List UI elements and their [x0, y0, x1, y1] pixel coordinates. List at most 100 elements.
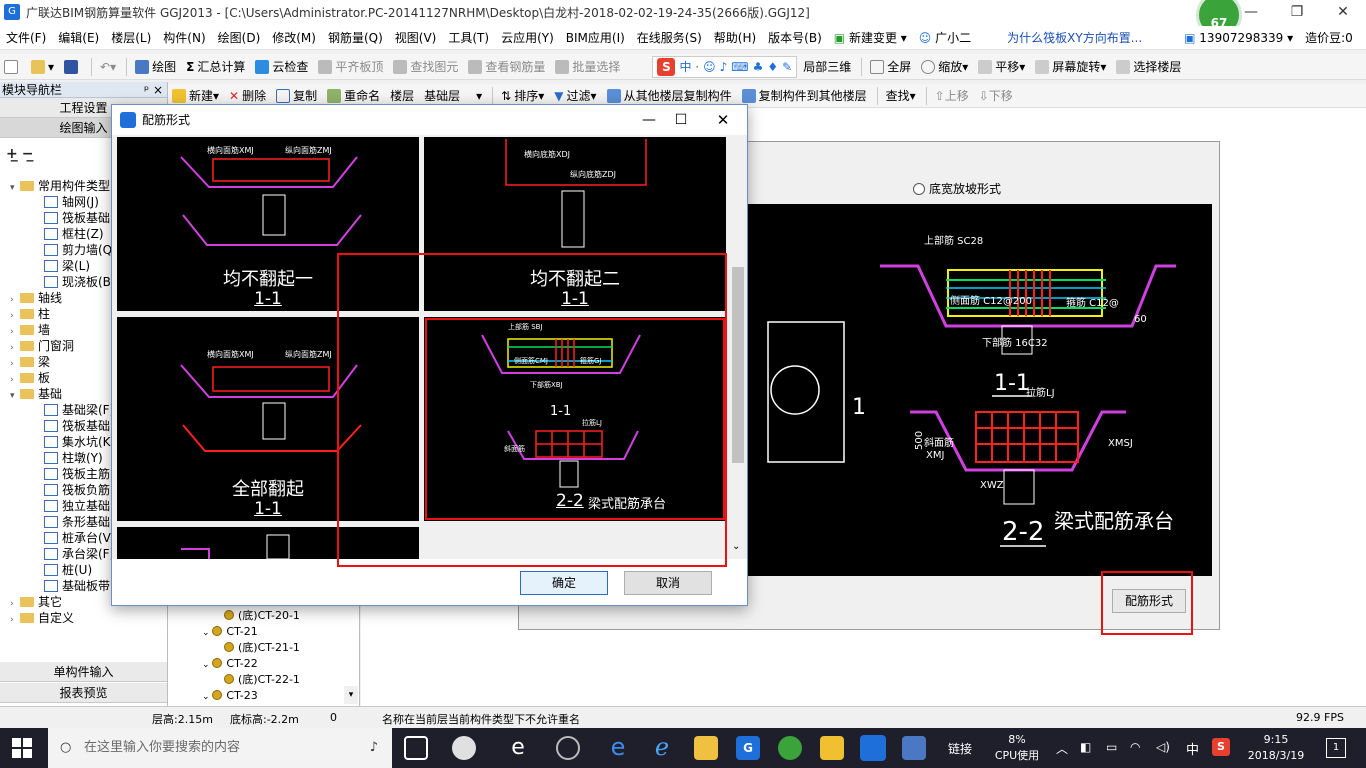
tree-item[interactable]: 梁(L) [44, 258, 90, 274]
taskbar-search-box[interactable]: ○ 在这里输入你要搜索的内容 ♪ [48, 728, 392, 768]
view-rebar-button[interactable]: 查看钢筋量 [464, 56, 549, 78]
sum-calc-button[interactable]: Σ 汇总计算 [182, 56, 249, 78]
tree-item[interactable]: 框柱(Z) [44, 226, 104, 242]
dialog-minimize-button[interactable]: — [634, 105, 664, 135]
scroll-down-icon[interactable]: ⌄ [732, 541, 740, 552]
tree-folder[interactable]: › 轴线 [10, 290, 62, 306]
task-view-icon[interactable] [404, 736, 428, 760]
new-change-button[interactable]: ▣ 新建变更 ▾ [828, 26, 913, 50]
tree-folder[interactable]: ▾ 基础 [10, 386, 62, 402]
menu-version[interactable]: 版本号(B) [762, 26, 828, 50]
user-account[interactable]: ▣ 13907298339 ▾ [1178, 26, 1299, 50]
fullscreen-button[interactable]: 全屏 [866, 56, 915, 78]
ime-toolbar[interactable]: S 中 · ☺ ♪ ⌨ ♣ ♦ ✎ [652, 55, 798, 78]
chevron-right-icon[interactable]: › [10, 308, 20, 322]
tray-expand-icon[interactable]: ︿ [1056, 740, 1068, 757]
draw-button[interactable]: 绘图 [131, 56, 180, 78]
tree-folder[interactable]: ▾ 常用构件类型 [10, 178, 110, 194]
chevron-right-icon[interactable]: › [10, 356, 20, 370]
component-list-item[interactable]: ⌄ CT-22 [202, 656, 258, 672]
menu-modify[interactable]: 修改(M) [266, 26, 322, 50]
tree-item[interactable]: 桩(U) [44, 562, 92, 578]
find-element-button[interactable]: 查找图元 [389, 56, 462, 78]
expand-all-icon[interactable]: +̲ [6, 146, 18, 162]
chevron-down-icon[interactable]: ▾ [10, 180, 20, 194]
doc-app-icon[interactable] [902, 736, 926, 760]
tree-item[interactable]: 柱墩(Y) [44, 450, 103, 466]
new-file-button[interactable] [0, 56, 25, 78]
menu-cloud[interactable]: 云应用(Y) [495, 26, 560, 50]
ok-button[interactable]: 确定 [520, 571, 608, 595]
menu-help[interactable]: 帮助(H) [708, 26, 762, 50]
ime-indicator[interactable]: 中 [1186, 739, 1199, 758]
save-button[interactable] [60, 56, 85, 78]
file-explorer-icon[interactable] [694, 736, 718, 760]
tree-folder[interactable]: › 其它 [10, 594, 62, 610]
ie-browser-icon[interactable]: ℯ [650, 735, 674, 760]
zoom-button[interactable]: 缩放 ▾ [917, 56, 972, 78]
tray-app-icon[interactable]: ◧ [1080, 740, 1091, 754]
link-label[interactable]: 链接 [948, 740, 972, 757]
find-button[interactable]: 查找 ▾ [882, 85, 920, 107]
tree-folder[interactable]: › 板 [10, 370, 50, 386]
volume-icon[interactable]: ◁) [1156, 740, 1170, 754]
component-list-item[interactable]: ⌄ CT-21 [202, 624, 258, 640]
component-list-item[interactable]: (底)CT-20-1 [224, 608, 300, 624]
move-up-button[interactable]: ⇧ 上移 [931, 85, 973, 107]
tree-folder[interactable]: › 自定义 [10, 610, 74, 626]
move-down-button[interactable]: ⇩ 下移 [975, 85, 1017, 107]
dialog-maximize-button[interactable]: ☐ [666, 105, 696, 135]
edge-browser-icon[interactable]: e [606, 735, 630, 760]
scroll-down-icon[interactable]: ▾ [344, 686, 358, 704]
menu-floor[interactable]: 楼层(L) [105, 26, 157, 50]
clock[interactable]: 9:15 2018/3/19 [1246, 732, 1306, 764]
pin-close-icon[interactable]: ᵖ × [144, 82, 163, 98]
component-list-item[interactable]: (底)CT-21-1 [224, 640, 300, 656]
local-3d-button[interactable]: 局部三维 [799, 56, 855, 78]
batch-select-button[interactable]: 批量选择 [551, 56, 624, 78]
tree-folder[interactable]: › 柱 [10, 306, 50, 322]
tree-item[interactable]: 基础梁(F) [44, 402, 114, 418]
menu-draw[interactable]: 绘图(D) [212, 26, 267, 50]
undo-button[interactable]: ↶ ▾ [96, 56, 120, 78]
menu-tools[interactable]: 工具(T) [442, 26, 495, 50]
copy-to-floor-button[interactable]: 复制构件到其他楼层 [738, 85, 871, 107]
collapse-all-icon[interactable]: −̲ [22, 146, 34, 162]
wifi-icon[interactable]: ◠ [1130, 740, 1140, 754]
notes-app-icon[interactable] [820, 736, 844, 760]
cancel-button[interactable]: 取消 [624, 571, 712, 595]
ie-edge-icon[interactable]: e [506, 736, 530, 760]
menu-file[interactable]: 文件(F) [0, 26, 52, 50]
windows-start-icon[interactable] [12, 738, 32, 758]
chevron-right-icon[interactable]: › [10, 340, 20, 354]
tree-item[interactable]: 集水坑(K) [44, 434, 115, 450]
notification-center-icon[interactable]: 1 [1326, 738, 1346, 758]
menu-online[interactable]: 在线服务(S) [631, 26, 708, 50]
tree-item[interactable]: 承台梁(F) [44, 546, 114, 562]
360-app-icon[interactable] [778, 736, 802, 760]
tree-item[interactable]: 桩承台(V) [44, 530, 116, 546]
tree-folder[interactable]: › 梁 [10, 354, 50, 370]
ggj-app-icon[interactable] [860, 735, 886, 761]
glodon-app-icon[interactable]: G [736, 736, 760, 760]
component-list-item[interactable]: ⌄ CT-23 [202, 688, 258, 704]
battery-icon[interactable]: ▭ [1106, 740, 1117, 754]
cloud-check-button[interactable]: 云检查 [251, 56, 312, 78]
assistant-button[interactable]: ☺ 广小二 [913, 26, 977, 50]
tree-item[interactable]: 轴网(J) [44, 194, 99, 210]
tree-item[interactable]: 现浇板(B) [44, 274, 116, 290]
menu-edit[interactable]: 编辑(E) [52, 26, 105, 50]
menu-bim[interactable]: BIM应用(I) [560, 26, 631, 50]
tab-single-input[interactable]: 单构件输入 [0, 662, 167, 682]
dialog-scrollbar[interactable]: ⌄ [730, 135, 746, 559]
refresh-app-icon[interactable] [556, 736, 580, 760]
chevron-right-icon[interactable]: › [10, 596, 20, 610]
tab-report-preview[interactable]: 报表预览 [0, 683, 167, 703]
rotate-button[interactable]: 屏幕旋转 ▾ [1031, 56, 1110, 78]
mic-icon[interactable]: ♪ [370, 728, 378, 768]
close-button[interactable]: ✕ [1320, 0, 1366, 26]
chevron-right-icon[interactable]: › [10, 292, 20, 306]
select-floor-button[interactable]: 选择楼层 [1112, 56, 1185, 78]
chevron-down-icon[interactable]: ⌄ [202, 628, 212, 638]
menu-rebar-qty[interactable]: 钢筋量(Q) [322, 26, 389, 50]
